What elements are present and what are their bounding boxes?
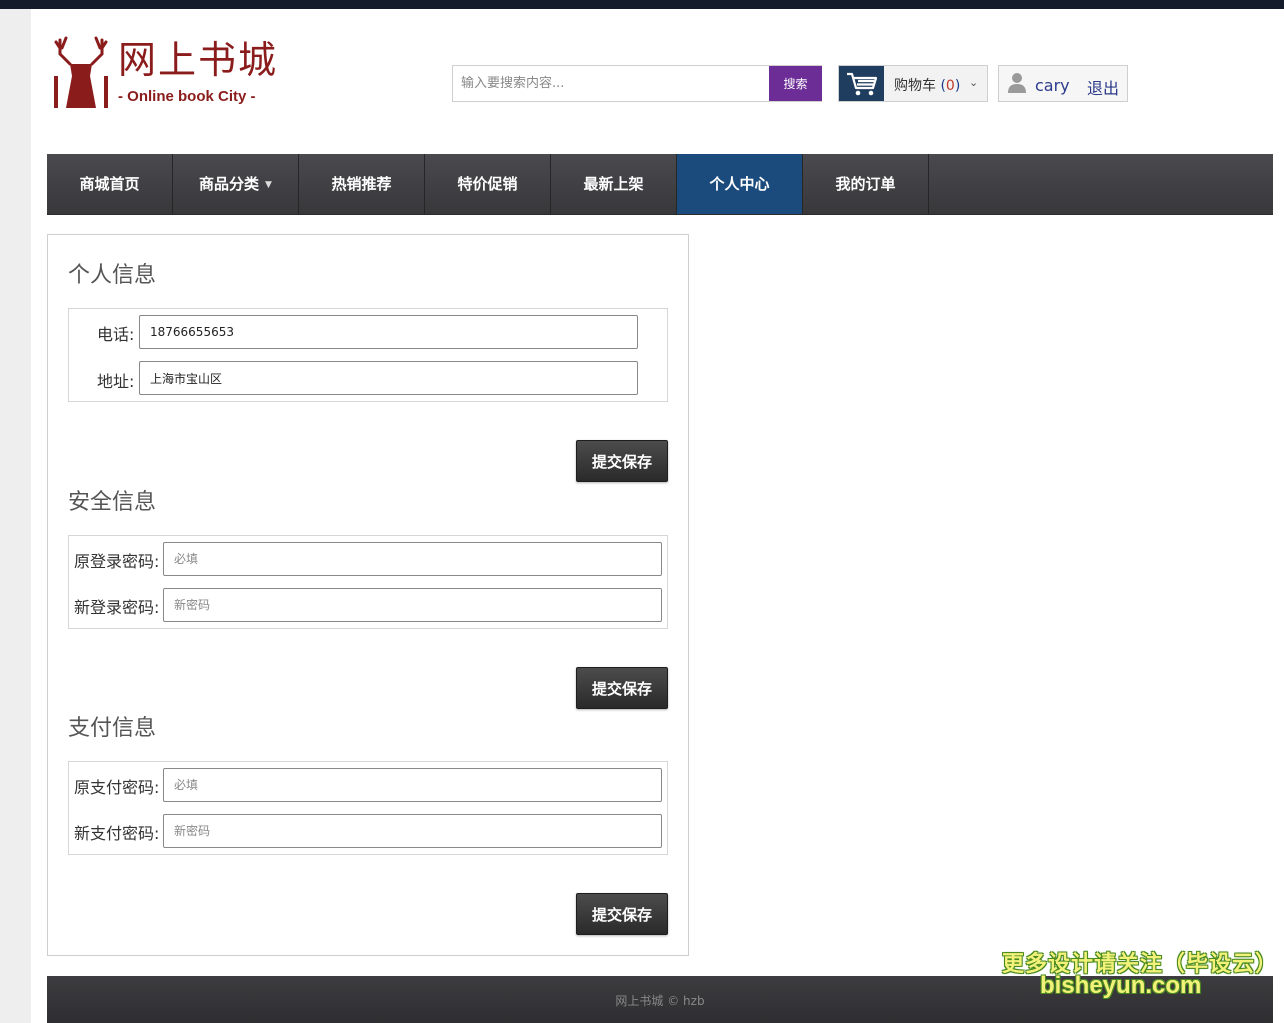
main-nav: 商城首页 商品分类 ▼ 热销推荐 特价促销 最新上架 个人中心 我的订单 <box>47 154 1273 215</box>
logout-link[interactable]: 退出 <box>1087 75 1119 99</box>
address-input[interactable] <box>139 361 638 395</box>
nav-profile[interactable]: 个人中心 <box>677 154 803 214</box>
security-info-fields: 原登录密码: 新登录密码: <box>68 535 668 629</box>
nav-categories[interactable]: 商品分类 ▼ <box>173 154 299 214</box>
address-label: 地址: <box>97 372 135 391</box>
logo-title: 网上书城 <box>118 38 279 82</box>
save-security-button[interactable]: 提交保存 <box>576 667 668 709</box>
old-login-password-label: 原登录密码: <box>74 552 160 571</box>
nav-new-label: 最新上架 <box>583 175 644 193</box>
new-login-password-label: 新登录密码: <box>74 598 160 617</box>
nav-profile-label: 个人中心 <box>709 175 770 193</box>
nav-new[interactable]: 最新上架 <box>551 154 677 214</box>
phone-label: 电话: <box>97 325 135 344</box>
top-bar <box>0 0 1284 9</box>
new-pay-password-label: 新支付密码: <box>74 824 160 843</box>
old-login-password-input[interactable] <box>163 542 662 576</box>
user-box: cary 退出 <box>998 65 1128 102</box>
save-payment-button[interactable]: 提交保存 <box>576 893 668 935</box>
left-margin-strip <box>0 9 31 1023</box>
nav-orders[interactable]: 我的订单 <box>803 154 929 214</box>
search-bar: 搜索 <box>452 65 822 102</box>
personal-info-fields: 电话: 地址: <box>68 308 668 402</box>
nav-home[interactable]: 商城首页 <box>47 154 173 214</box>
deer-logo-icon <box>54 36 108 108</box>
nav-home-label: 商城首页 <box>79 175 140 193</box>
payment-info-title: 支付信息 <box>68 716 157 741</box>
nav-sale[interactable]: 特价促销 <box>425 154 551 214</box>
new-login-password-input[interactable] <box>163 588 662 622</box>
search-input[interactable] <box>453 66 769 101</box>
cart-label: 购物车 (0) <box>894 75 960 95</box>
nav-sale-label: 特价促销 <box>457 175 518 193</box>
payment-info-fields: 原支付密码: 新支付密码: <box>68 761 668 855</box>
cart-count-value: 0 <box>945 78 955 94</box>
caret-down-icon: ▼ <box>265 179 272 190</box>
username[interactable]: cary <box>1035 76 1070 95</box>
old-pay-password-input[interactable] <box>163 768 662 802</box>
security-info-title: 安全信息 <box>68 490 157 515</box>
cart-count: (0) <box>940 78 961 94</box>
cart-icon <box>847 72 878 96</box>
nav-hot-label: 热销推荐 <box>331 175 392 193</box>
search-button[interactable]: 搜索 <box>769 66 822 101</box>
profile-panel: 个人信息 电话: 地址: 提交保存 安全信息 原登录密码: 新登录密码: 提交保… <box>47 234 689 956</box>
watermark-line2: bisheyun.com <box>1040 972 1202 999</box>
old-pay-password-label: 原支付密码: <box>74 778 160 797</box>
nav-hot[interactable]: 热销推荐 <box>299 154 425 214</box>
user-icon <box>1008 73 1026 93</box>
cart-icon-box <box>839 66 884 101</box>
cart-text: 购物车 <box>894 78 936 94</box>
logo-subtitle: - Online book City - <box>118 88 256 105</box>
chevron-down-icon: ⌄ <box>969 76 979 89</box>
phone-input[interactable] <box>139 315 638 349</box>
save-personal-button[interactable]: 提交保存 <box>576 440 668 482</box>
cart-dropdown[interactable]: 购物车 (0) ⌄ <box>838 65 988 102</box>
nav-categories-label: 商品分类 <box>199 175 260 193</box>
new-pay-password-input[interactable] <box>163 814 662 848</box>
personal-info-title: 个人信息 <box>68 263 157 288</box>
nav-orders-label: 我的订单 <box>835 175 896 193</box>
